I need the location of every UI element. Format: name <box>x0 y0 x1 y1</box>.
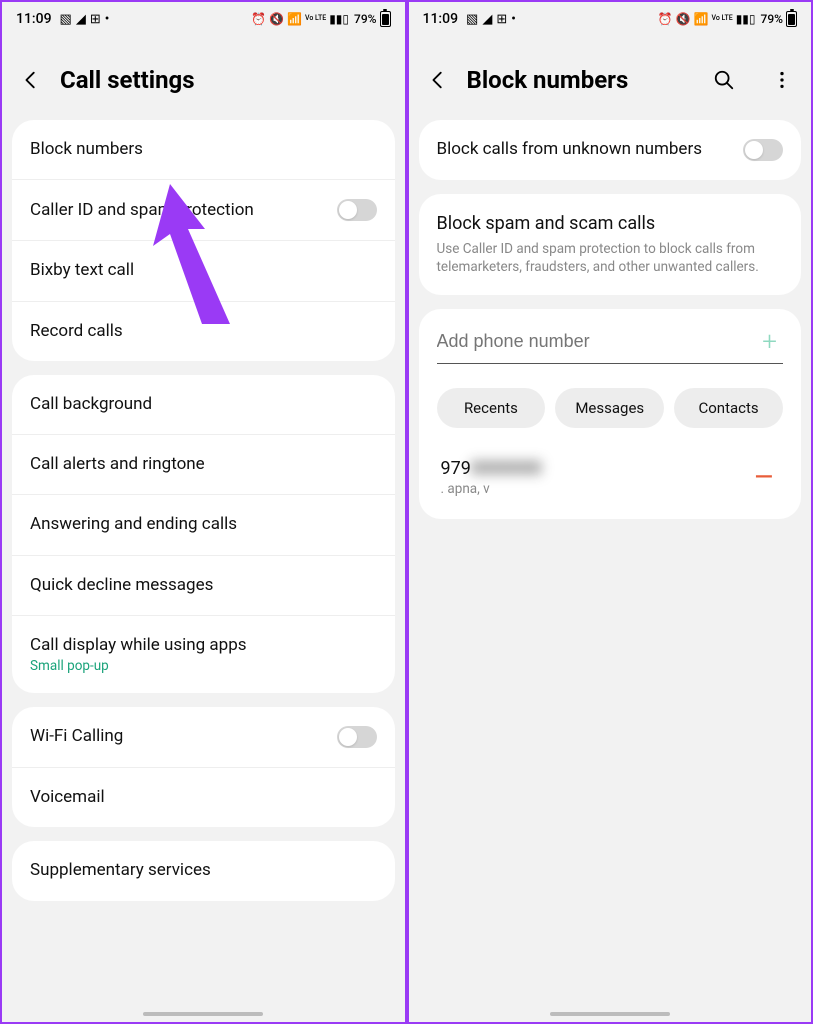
row-label: Call alerts and ringtone <box>30 454 377 475</box>
status-bar: 11:09 ▧ ◢ ⊞ • ⏰ 🔇 📶 Vo LTE ▮▮▯ 79% <box>409 2 812 36</box>
signal-icon: ▮▮▯ <box>736 12 756 26</box>
settings-group-2: Call background Call alerts and ringtone… <box>12 375 395 693</box>
blocked-number-item[interactable]: 9790000000 . apna, v — <box>437 458 784 497</box>
row-block-spam[interactable]: Block spam and scam calls Use Caller ID … <box>419 194 802 295</box>
settings-group-4: Supplementary services <box>12 841 395 900</box>
row-label: Block calls from unknown numbers <box>437 139 744 160</box>
image-icon: ▧ <box>466 12 478 27</box>
content: Block numbers Caller ID and spam protect… <box>2 120 405 915</box>
volte-icon: Vo LTE <box>305 16 326 22</box>
header: Call settings <box>2 36 405 120</box>
back-icon[interactable] <box>20 69 42 91</box>
phone-input-row: + <box>437 327 784 364</box>
settings-group-1: Block numbers Caller ID and spam protect… <box>12 120 395 361</box>
row-label: Record calls <box>30 321 377 342</box>
row-label: Wi-Fi Calling <box>30 726 337 747</box>
mute-icon: 🔇 <box>676 12 691 26</box>
row-caller-id[interactable]: Caller ID and spam protection <box>12 180 395 241</box>
row-alerts-ringtone[interactable]: Call alerts and ringtone <box>12 435 395 495</box>
row-description: Use Caller ID and spam protection to blo… <box>437 240 784 276</box>
block-unknown-toggle[interactable] <box>743 139 783 161</box>
page-title: Call settings <box>60 66 387 94</box>
status-time: 11:09 <box>423 11 459 27</box>
status-time: 11:09 <box>16 11 52 27</box>
send-icon: ◢ <box>482 12 492 27</box>
image-icon: ▧ <box>60 12 72 27</box>
blocked-number: 9790000000 <box>441 458 749 479</box>
battery-pct: 79% <box>354 12 376 26</box>
settings-group-3: Wi-Fi Calling Voicemail <box>12 707 395 827</box>
nav-handle[interactable] <box>550 1012 670 1017</box>
add-icon[interactable]: + <box>756 327 783 357</box>
status-left-icons: ▧ ◢ ⊞ • <box>466 12 516 27</box>
alarm-icon: ⏰ <box>658 12 673 26</box>
group-add-number: + Recents Messages Contacts 9790000000 .… <box>419 309 802 519</box>
search-icon[interactable] <box>713 69 735 91</box>
signal-icon: ▮▮▯ <box>329 12 349 26</box>
header: Block numbers <box>409 36 812 120</box>
wifi-calling-toggle[interactable] <box>337 726 377 748</box>
blocked-label: . apna, v <box>441 481 749 497</box>
send-icon: ◢ <box>76 12 86 27</box>
row-bixby[interactable]: Bixby text call <box>12 241 395 301</box>
volte-icon: Vo LTE <box>711 16 732 22</box>
status-right-icons: ⏰ 🔇 📶 Vo LTE ▮▮▯ 79% <box>658 11 797 27</box>
row-label: Bixby text call <box>30 260 377 281</box>
caller-id-toggle[interactable] <box>337 199 377 221</box>
wifi-icon: 📶 <box>694 12 709 26</box>
status-right-icons: ⏰ 🔇 📶 Vo LTE ▮▮▯ 79% <box>251 11 390 27</box>
dot-icon: • <box>511 12 516 27</box>
row-wifi-calling[interactable]: Wi-Fi Calling <box>12 707 395 768</box>
window-icon: ⊞ <box>90 12 101 27</box>
back-icon[interactable] <box>427 69 449 91</box>
row-label: Block spam and scam calls <box>437 213 784 236</box>
row-answering-ending[interactable]: Answering and ending calls <box>12 495 395 555</box>
more-icon[interactable] <box>771 69 793 91</box>
battery-icon <box>786 11 797 27</box>
nav-handle[interactable] <box>143 1012 263 1017</box>
row-quick-decline[interactable]: Quick decline messages <box>12 556 395 616</box>
alarm-icon: ⏰ <box>251 12 266 26</box>
row-label: Voicemail <box>30 787 377 808</box>
row-label: Block numbers <box>30 139 377 160</box>
chip-messages[interactable]: Messages <box>555 388 664 428</box>
phone-left: 11:09 ▧ ◢ ⊞ • ⏰ 🔇 📶 Vo LTE ▮▮▯ 79% Call … <box>2 2 405 1022</box>
chip-recents[interactable]: Recents <box>437 388 546 428</box>
row-record-calls[interactable]: Record calls <box>12 302 395 361</box>
status-left-icons: ▧ ◢ ⊞ • <box>60 12 110 27</box>
source-chips: Recents Messages Contacts <box>437 388 784 428</box>
chip-contacts[interactable]: Contacts <box>674 388 783 428</box>
battery-icon <box>380 11 391 27</box>
group-unknown: Block calls from unknown numbers <box>419 120 802 180</box>
row-voicemail[interactable]: Voicemail <box>12 768 395 827</box>
row-label: Quick decline messages <box>30 575 377 596</box>
window-icon: ⊞ <box>496 12 507 27</box>
dot-icon: • <box>105 12 110 27</box>
content: Block calls from unknown numbers Block s… <box>409 120 812 533</box>
page-title: Block numbers <box>467 66 678 94</box>
group-spam: Block spam and scam calls Use Caller ID … <box>419 194 802 295</box>
battery-pct: 79% <box>761 12 783 26</box>
status-bar: 11:09 ▧ ◢ ⊞ • ⏰ 🔇 📶 Vo LTE ▮▮▯ 79% <box>2 2 405 36</box>
row-supplementary[interactable]: Supplementary services <box>12 841 395 900</box>
wifi-icon: 📶 <box>287 12 302 26</box>
row-label: Supplementary services <box>30 860 377 881</box>
row-call-display-apps[interactable]: Call display while using apps Small pop-u… <box>12 616 395 693</box>
row-label: Call background <box>30 394 377 415</box>
row-label: Caller ID and spam protection <box>30 200 337 221</box>
row-subtitle: Small pop-up <box>30 658 377 674</box>
remove-icon[interactable]: — <box>749 463 780 491</box>
row-block-numbers[interactable]: Block numbers <box>12 120 395 180</box>
phone-input[interactable] <box>437 331 757 352</box>
row-label: Call display while using apps <box>30 635 377 656</box>
row-call-background[interactable]: Call background <box>12 375 395 435</box>
phone-right: 11:09 ▧ ◢ ⊞ • ⏰ 🔇 📶 Vo LTE ▮▮▯ 79% Block… <box>405 2 812 1022</box>
mute-icon: 🔇 <box>269 12 284 26</box>
row-label: Answering and ending calls <box>30 514 377 535</box>
row-block-unknown[interactable]: Block calls from unknown numbers <box>419 120 802 180</box>
